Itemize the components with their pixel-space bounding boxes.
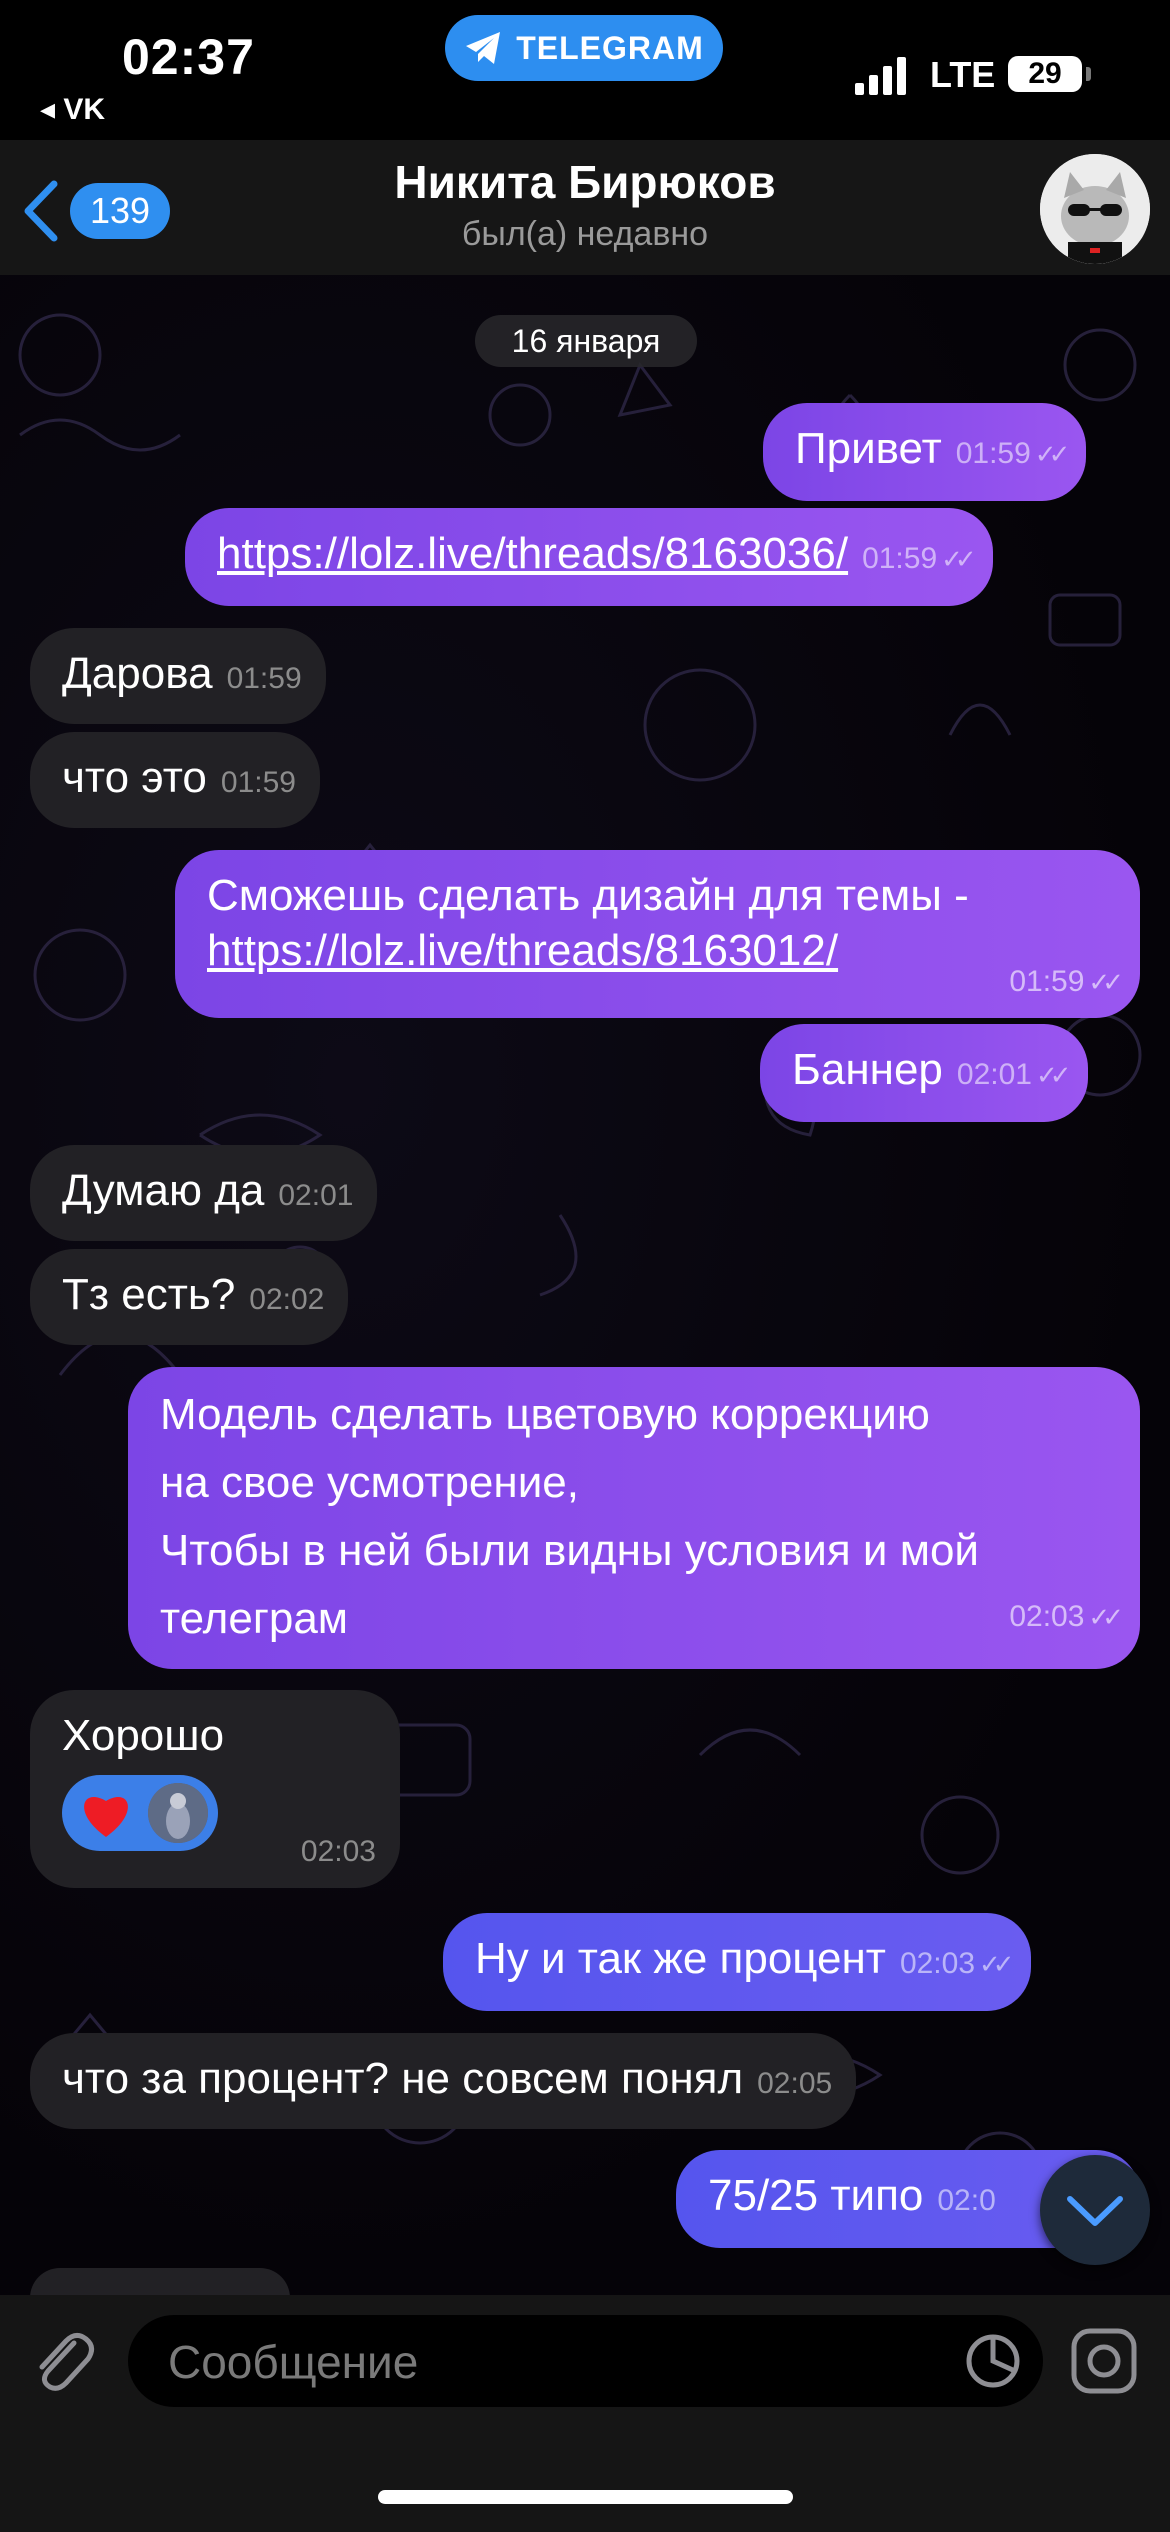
chevron-left-icon: [24, 180, 58, 242]
message-time: 02:03: [300, 1834, 376, 1868]
telegram-icon: [466, 32, 501, 64]
camera-icon[interactable]: [1068, 2325, 1140, 2397]
message-time: 01:59: [220, 766, 296, 799]
back-button[interactable]: 139: [20, 180, 171, 242]
read-checkmarks-icon: ✓✓: [1034, 439, 1070, 469]
scroll-to-bottom-button[interactable]: [1040, 2155, 1150, 2265]
reactor-avatar: [148, 1783, 208, 1843]
telegram-pill-label: TELEGRAM: [516, 29, 704, 66]
message-time: 01:59: [226, 662, 302, 695]
read-checkmarks-icon: ✓✓: [979, 1949, 1014, 1979]
message-text: Тз есть?: [62, 1270, 236, 1319]
message-line: Чтобы в ней были видны условия и мой: [160, 1526, 980, 1575]
message-text: Баннер: [792, 1045, 943, 1094]
message-text: Сможешь сделать дизайн для темы -: [207, 871, 969, 920]
message-outgoing[interactable]: Привет 01:59 ✓✓: [763, 403, 1087, 501]
unread-count-badge: 139: [70, 183, 171, 239]
message-input-field[interactable]: [128, 2315, 1043, 2409]
sticker-icon[interactable]: [963, 2331, 1023, 2391]
read-checkmarks-icon: ✓✓: [1088, 966, 1123, 997]
message-text: что это: [62, 753, 207, 802]
message-link[interactable]: https://lolz.live/threads/8163012/: [207, 926, 838, 975]
message-text: Привет: [795, 424, 942, 473]
message-time: 02:02: [249, 1283, 325, 1316]
message-line: на свое усмотрение,: [160, 1458, 579, 1507]
network-type: LTE: [930, 54, 996, 95]
message-text: Ну и так же процент: [475, 1934, 886, 1983]
message-incoming[interactable]: Дарова 01:59: [30, 628, 326, 724]
message-text: 75/25 типо: [708, 2171, 924, 2220]
status-bar: 02:37 ◂ VK TELEGRAM LTE 29: [0, 0, 1170, 140]
chat-header: Никита Бирюков был(а) недавно 139: [0, 140, 1170, 275]
chevron-down-icon: [1067, 2196, 1123, 2226]
message-outgoing[interactable]: Ну и так же процент 02:03 ✓✓: [443, 1913, 1031, 2011]
message-outgoing[interactable]: https://lolz.live/threads/8163036/01:59 ✓…: [185, 508, 993, 606]
message-incoming[interactable]: Думаю да 02:01: [30, 1145, 378, 1241]
message-time: 02:05: [757, 2067, 833, 2100]
battery-icon: 29: [1008, 56, 1082, 92]
message-outgoing[interactable]: Баннер 02:01 ✓✓: [760, 1024, 1088, 1122]
message-time: 02:03 ✓✓: [1009, 1600, 1124, 1633]
message-time: 01:59 ✓✓: [862, 542, 977, 575]
reaction-pill[interactable]: [62, 1775, 218, 1851]
message-text: что за процент? не совсем понял: [62, 2054, 744, 2103]
clock: 02:37: [122, 29, 255, 85]
cat-avatar-image: [1040, 154, 1150, 264]
home-indicator[interactable]: [378, 2490, 793, 2504]
message-text: Думаю да: [62, 1166, 265, 1215]
message-link[interactable]: https://lolz.live/threads/8163036/: [217, 529, 848, 578]
battery-level: 29: [1028, 57, 1062, 90]
message-outgoing[interactable]: Сможешь сделать дизайн для темы - https:…: [175, 850, 1140, 1018]
signal-icon: [855, 57, 906, 95]
message-time: 02:01 ✓✓: [956, 1058, 1072, 1091]
heart-reaction-icon: [84, 1797, 128, 1837]
read-checkmarks-icon: ✓✓: [1088, 1602, 1123, 1632]
contact-status: был(а) недавно: [461, 215, 709, 253]
message-incoming[interactable]: что это 01:59: [30, 732, 320, 828]
date-separator: 16 января: [475, 315, 697, 367]
telegram-pill[interactable]: TELEGRAM: [445, 15, 723, 81]
message-incoming[interactable]: Хорошо 02:03: [30, 1690, 400, 1888]
message-text: Хорошо: [62, 1711, 225, 1760]
message-incoming[interactable]: Тз есть? 02:02: [30, 1249, 349, 1345]
message-time: 01:59 ✓✓: [1009, 964, 1124, 998]
message-outgoing[interactable]: Модель сделать цветовую коррекцию на сво…: [128, 1367, 1140, 1669]
battery-cap: [1086, 67, 1091, 81]
back-to-app-link[interactable]: ◂ VK: [40, 92, 105, 127]
paperclip-icon[interactable]: [28, 2325, 98, 2395]
read-checkmarks-icon: ✓✓: [1035, 1060, 1071, 1090]
message-input[interactable]: [166, 2315, 950, 2409]
message-text: Дарова: [62, 649, 213, 698]
message-time: 02:01: [278, 1179, 354, 1212]
message-time: 02:03 ✓✓: [899, 1947, 1015, 1980]
read-checkmarks-icon: ✓✓: [941, 544, 976, 574]
message-line: Модель сделать цветовую коррекцию: [160, 1390, 930, 1439]
message-line: телеграм: [160, 1594, 349, 1643]
contact-name[interactable]: Никита Бирюков: [0, 155, 1170, 209]
contact-avatar[interactable]: [1040, 154, 1150, 264]
message-time: 02:0: [937, 2184, 996, 2217]
message-incoming[interactable]: что за процент? не совсем понял 02:05: [30, 2033, 857, 2129]
message-time: 01:59 ✓✓: [955, 437, 1071, 470]
